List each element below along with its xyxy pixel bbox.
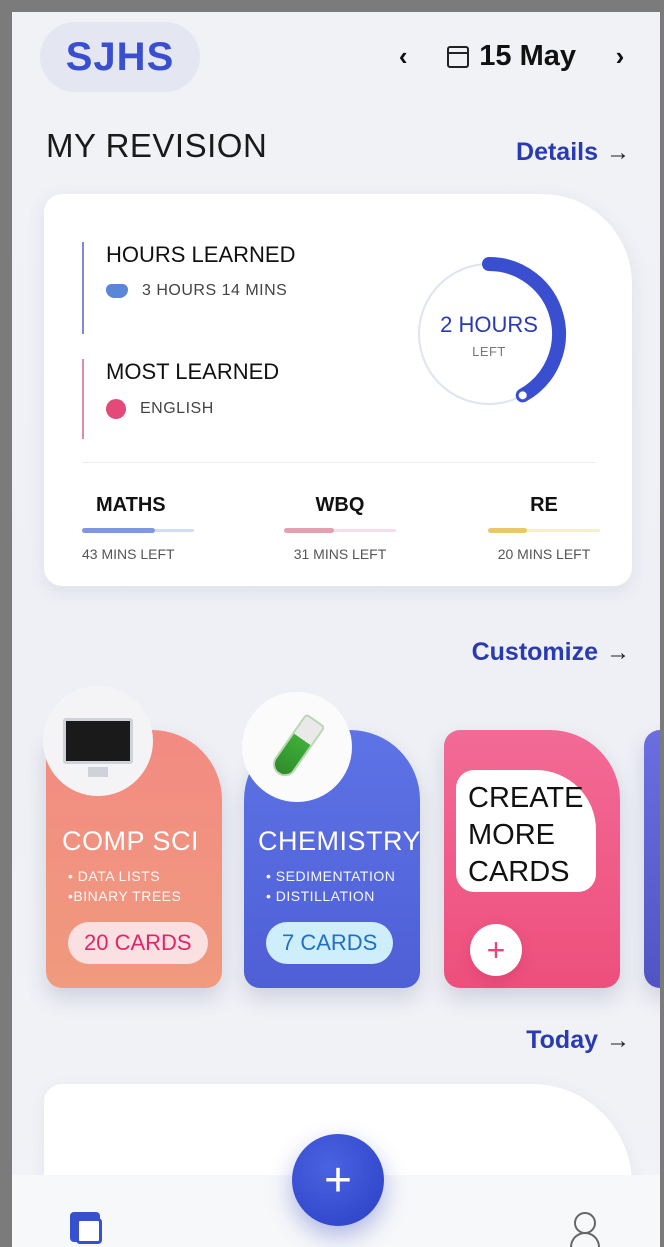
subject-re[interactable]: RE 20 MINS LEFT — [488, 494, 600, 562]
page-title: MY REVISION — [46, 127, 268, 164]
subject-time-left: 43 MINS LEFT — [82, 546, 175, 562]
divider — [82, 462, 596, 463]
subject-progress-bar — [82, 528, 194, 533]
create-line: CREATE — [468, 782, 584, 814]
subject-progress-bar — [284, 528, 396, 533]
subject-progress-bar — [488, 528, 600, 533]
school-logo[interactable]: SJHS — [40, 22, 200, 92]
book-icon[interactable] — [70, 1212, 104, 1246]
icon-bubble — [43, 686, 153, 796]
subject-maths[interactable]: MATHS 43 MINS LEFT — [82, 494, 194, 562]
deck-card-comp-sci[interactable]: COMP SCI • DATA LISTS •BINARY TREES 20 C… — [43, 686, 222, 988]
deck-count-badge: 7 CARDS — [266, 922, 394, 964]
icon-bubble — [242, 692, 352, 802]
subject-name: WBQ — [315, 494, 365, 516]
most-learned-stat: MOST LEARNED ENGLISH — [82, 359, 279, 439]
prev-day-button[interactable]: ‹ — [391, 41, 415, 72]
details-link-label: Details — [516, 138, 598, 166]
deck-count-badge: 20 CARDS — [68, 922, 208, 964]
create-cards-text: CREATE MORE CARDS — [456, 770, 596, 892]
deck-card-chemistry[interactable]: CHEMISTRY • SEDIMENTATION • DISTILLATION… — [242, 692, 422, 988]
customize-link[interactable]: Customize → — [472, 638, 630, 667]
today-link[interactable]: Today → — [526, 1026, 630, 1055]
subject-time-left: 20 MINS LEFT — [497, 546, 591, 562]
pink-dot-icon — [106, 399, 126, 419]
create-line: MORE — [468, 819, 555, 851]
date-navigator: ‹ 15 May › — [391, 40, 632, 73]
revision-summary-card[interactable]: HOURS LEARNED 3 HOURS 14 MINS MOST LEARN… — [44, 194, 632, 586]
profile-icon[interactable] — [568, 1212, 602, 1247]
deck-card-partial[interactable] — [644, 730, 660, 988]
hours-learned-value: 3 HOURS 14 MINS — [142, 282, 288, 299]
date-display[interactable]: 15 May — [447, 40, 576, 73]
deck-title: COMP SCI — [62, 826, 200, 856]
ring-label: 2 HOURS LEFT — [414, 312, 564, 359]
create-line: CARDS — [468, 856, 570, 888]
most-learned-label: MOST LEARNED — [106, 359, 280, 384]
customize-link-label: Customize — [471, 638, 598, 666]
add-card-button[interactable]: + — [470, 924, 522, 976]
subject-progress-fill — [284, 528, 335, 533]
subject-name: RE — [530, 494, 558, 516]
logo-text: SJHS — [65, 34, 175, 79]
computer-monitor-icon — [63, 718, 133, 777]
blue-dot-icon — [106, 284, 128, 298]
hours-learned-stat: HOURS LEARNED 3 HOURS 14 MINS — [82, 242, 295, 334]
deck-title: CHEMISTRY — [258, 826, 422, 856]
arrow-right-icon: → — [606, 638, 630, 666]
flashcard-decks-row: COMP SCI • DATA LISTS •BINARY TREES 20 C… — [12, 686, 660, 994]
details-link[interactable]: Details → — [516, 138, 630, 167]
ring-sub-text: LEFT — [472, 344, 506, 359]
next-day-button[interactable]: › — [608, 41, 632, 72]
calendar-icon — [447, 45, 470, 68]
add-button[interactable]: + — [292, 1134, 384, 1226]
arrow-right-icon: → — [606, 1026, 630, 1054]
ring-knob — [516, 389, 529, 402]
deck-topics: • SEDIMENTATION • DISTILLATION — [266, 866, 395, 906]
hours-learned-row: 3 HOURS 14 MINS — [106, 282, 295, 300]
subject-progress-fill — [488, 528, 528, 533]
deck-topic: • SEDIMENTATION — [266, 868, 396, 884]
deck-topic: •BINARY TREES — [68, 888, 182, 904]
deck-topic: • DISTILLATION — [266, 888, 375, 904]
most-learned-value: ENGLISH — [140, 400, 214, 417]
app-screen: SJHS ‹ 15 May › MY REVISION Details → HO… — [12, 12, 660, 1247]
deck-topics: • DATA LISTS •BINARY TREES — [68, 866, 181, 906]
subject-wbq[interactable]: WBQ 31 MINS LEFT — [284, 494, 396, 562]
hours-learned-label: HOURS LEARNED — [106, 242, 296, 267]
ring-main-text: 2 HOURS — [440, 312, 538, 337]
arrow-right-icon: → — [606, 138, 630, 166]
deck-topic: • DATA LISTS — [68, 868, 161, 884]
today-link-label: Today — [526, 1026, 598, 1054]
test-tube-icon — [268, 713, 326, 781]
current-date: 15 May — [479, 40, 576, 72]
most-learned-row: ENGLISH — [106, 399, 279, 419]
subject-progress-fill — [82, 528, 155, 533]
subject-name: MATHS — [96, 494, 166, 516]
create-cards-card[interactable]: CREATE MORE CARDS + — [444, 730, 620, 988]
subject-time-left: 31 MINS LEFT — [293, 546, 387, 562]
